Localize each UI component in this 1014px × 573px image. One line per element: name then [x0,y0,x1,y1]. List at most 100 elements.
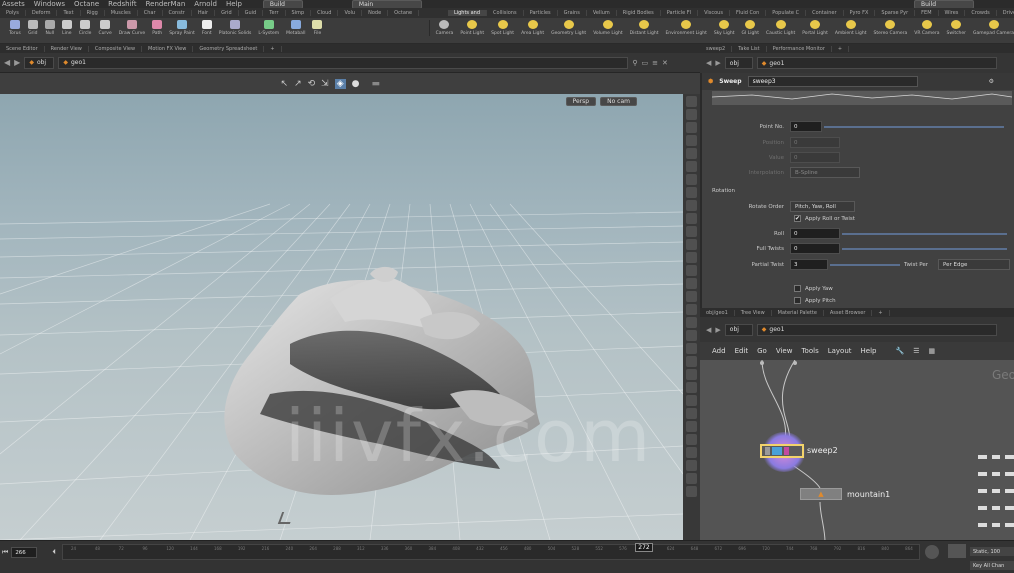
close-pane-icon[interactable]: ✕ [662,59,668,67]
display-option-12[interactable] [686,239,697,250]
camera-menu[interactable]: No cam [600,97,637,106]
display-option-17[interactable] [686,304,697,315]
shelf-tab-deform[interactable]: Deform [26,10,58,16]
point-no-field[interactable]: 0 [790,121,822,132]
net-menu-go[interactable]: Go [757,347,767,355]
shelf-tab-drive-si[interactable]: Drive Si [997,10,1014,16]
net-obj-path[interactable]: obj [724,323,753,336]
key-icon[interactable] [925,545,939,559]
tool-ambient-light[interactable]: Ambient Light [835,20,866,36]
tool-volume-light[interactable]: Volume Light [593,20,623,36]
net-menu-add[interactable]: Add [712,347,726,355]
shelf-tab-constr[interactable]: Constr [163,10,192,16]
param-node-path[interactable]: ◆ geo1 [756,57,997,69]
pane-tab-geometry-spreadsheet[interactable]: Geometry Spreadsheet [193,45,265,52]
shelf-tab-sparse-pyr[interactable]: Sparse Pyr [875,10,916,16]
pose-icon[interactable]: ▬ [371,79,380,89]
tool-portal-light[interactable]: Portal Light [802,20,828,36]
shelf-tab-polys[interactable]: Polys [0,10,26,16]
menu-arnold[interactable]: Arnold [194,0,217,8]
shelf-tab-crowds[interactable]: Crowds [965,10,997,16]
point-no-slider[interactable] [824,125,1004,128]
display-option-9[interactable] [686,200,697,211]
menu-assets[interactable]: Assets [2,0,25,8]
rotate-order-dropdown[interactable]: Pitch, Yaw, Roll [790,201,855,212]
shelf-tab-container[interactable]: Container [806,10,844,16]
display-option-15[interactable] [686,278,697,289]
menu-help[interactable]: Help [226,0,242,8]
node-name-field[interactable]: sweep3 [747,76,918,87]
display-option-29[interactable] [686,460,697,471]
scale-icon[interactable]: ⇲ [321,79,329,89]
forward-arrow-icon[interactable]: ▶ [715,326,720,334]
tool-stereo-camera[interactable]: Stereo Camera [873,20,907,36]
transform-icon[interactable]: ↗ [294,79,302,89]
shelf-tab-hair[interactable]: Hair [192,10,216,16]
display-option-18[interactable] [686,317,697,328]
grid-icon[interactable]: ▦ [928,347,935,355]
jump-start-icon[interactable]: ⏮ [2,548,8,557]
tool-gamepad-camera[interactable]: Gamepad Camera [973,20,1014,36]
tool-geometry-light[interactable]: Geometry Light [551,20,586,36]
3d-viewport[interactable]: Persp No cam iiivfx.com [0,94,683,540]
shelf-tab-cloud[interactable]: Cloud [311,10,339,16]
display-option-23[interactable] [686,382,697,393]
tool-gi-light[interactable]: GI Light [742,20,759,36]
display-option-24[interactable] [686,395,697,406]
tool-path[interactable]: Path [152,20,163,36]
obj-path[interactable]: ◆ obj [24,56,55,69]
tool-font[interactable]: Font [201,20,212,36]
node-shelf-palette[interactable] [978,455,1014,535]
shelf-tab-populate-c[interactable]: Populate C [766,10,807,16]
network-editor[interactable]: sweep2 ▲ mountain1 Geo [700,360,1014,542]
step-back-icon[interactable]: ⏴ [52,548,56,557]
scope-icon[interactable] [948,544,966,558]
add-tab-icon[interactable]: + [264,45,282,52]
tool-platonic-solids[interactable]: Platonic Solids [219,20,251,36]
rotation-section[interactable]: Rotation [712,188,735,194]
back-arrow-icon[interactable]: ◀ [706,326,711,334]
select-icon[interactable]: ↖ [281,79,289,89]
tool-grid[interactable]: Grid [27,20,38,36]
net-node-path[interactable]: ◆ geo1 [756,323,997,336]
pane-tab-scene-editor[interactable]: Scene Editor [0,45,45,52]
shelf-tab-terr[interactable]: Terr [263,10,286,16]
options-icon[interactable]: ≡ [652,59,658,67]
timeline-bar[interactable]: 24 48 72 96 120 144 168 192 216 240 264 288 312 336 36… [62,543,920,560]
display-option-26[interactable] [686,421,697,432]
display-option-14[interactable] [686,265,697,276]
pane-tab-motion-fx-view[interactable]: Motion FX View [142,45,194,52]
display-option-13[interactable] [686,252,697,263]
display-option-30[interactable] [686,473,697,484]
tool-distant-light[interactable]: Distant Light [630,20,658,36]
rotate-icon[interactable]: ⟲ [308,79,316,89]
static-dropdown[interactable]: Static, 100 [970,547,1014,556]
display-option-19[interactable] [686,330,697,341]
back-arrow-icon[interactable]: ◀ [706,59,711,67]
param-obj-path[interactable]: obj [724,57,753,69]
tool-line[interactable]: Line [61,20,72,36]
shelf-tab-viscous[interactable]: Viscous [698,10,730,16]
net-menu-tools[interactable]: Tools [801,347,818,355]
display-option-3[interactable] [686,122,697,133]
tool-null[interactable]: Null [44,20,55,36]
shelf-tab-rigid-bodies[interactable]: Rigid Bodies [617,10,661,16]
network-tab-material-palette[interactable]: Material Palette [772,309,824,316]
tool-metaball[interactable]: Metaball [286,20,305,36]
forward-arrow-icon[interactable]: ▶ [715,59,720,67]
shelf-tab-char[interactable]: Char [138,10,163,16]
display-option-31[interactable] [686,486,697,497]
roll-slider[interactable] [842,232,1007,235]
shelf-tab-fem[interactable]: FEM [915,10,939,16]
shelf-tab-octane[interactable]: Octane [388,10,420,16]
menu-windows[interactable]: Windows [34,0,65,8]
apply-pitch-checkbox[interactable] [794,297,801,304]
shelf-tab-collisions[interactable]: Collisions [487,10,524,16]
menu-octane[interactable]: Octane [74,0,99,8]
shelf-tab-fluid-con[interactable]: Fluid Con [730,10,767,16]
menu-redshift[interactable]: Redshift [108,0,136,8]
tool-torus[interactable]: Torus [9,20,21,36]
param-tab-sweep2[interactable]: sweep2 [700,45,733,52]
display-option-28[interactable] [686,447,697,458]
ramp-widget[interactable] [712,91,1012,105]
